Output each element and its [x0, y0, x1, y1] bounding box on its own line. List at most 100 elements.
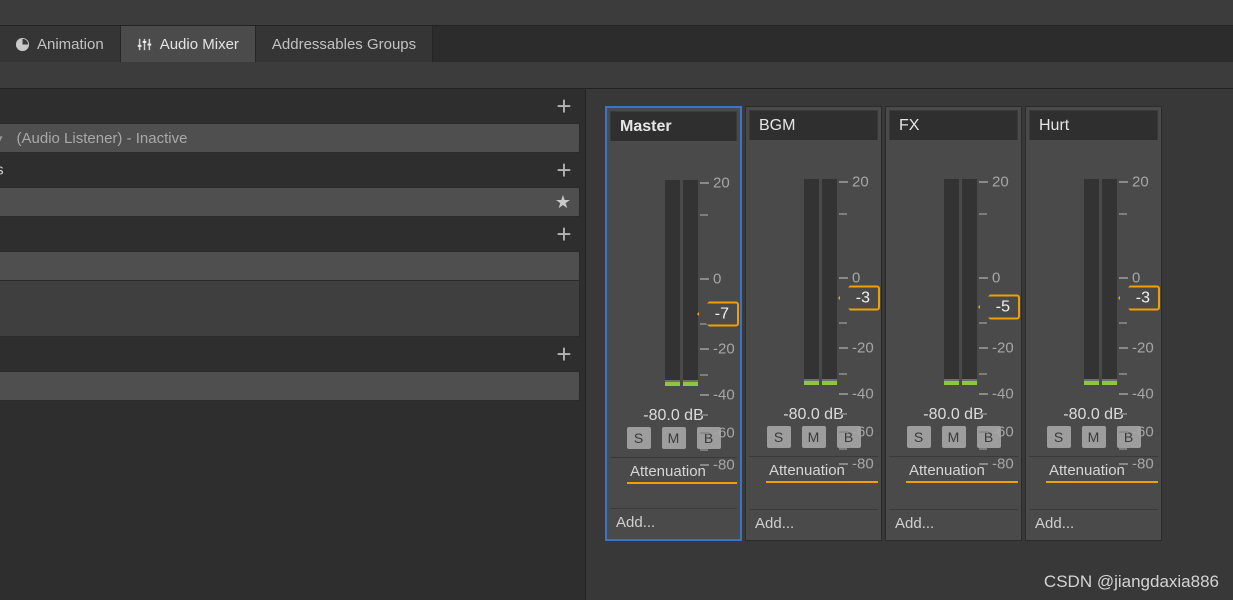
scale-label: 0: [713, 270, 722, 288]
scale-label: 0: [852, 269, 861, 287]
vu-meter-right: [1102, 179, 1117, 385]
mute-button[interactable]: M: [661, 427, 686, 449]
db-scale: 20 0 -20 -40 -60 -80 -7: [697, 174, 739, 474]
strip-title: Master: [610, 111, 737, 141]
vu-meter-left: [1084, 179, 1099, 385]
scale-label: 0: [1132, 269, 1141, 287]
scale-label: -20: [713, 340, 735, 358]
db-readout: -80.0 dB: [1063, 406, 1124, 423]
db-readout: -80.0 dB: [783, 406, 844, 423]
vu-meter-level: [1102, 381, 1117, 385]
tab-addressables-groups[interactable]: Addressables Groups: [255, 26, 434, 62]
meter-region: 20 0 -20 -40 -60 -80 -5: [889, 140, 1020, 473]
vu-meter-level: [944, 381, 959, 385]
effects-list: Attenuation: [749, 456, 878, 509]
tab-audio-mixer-label: Audio Mixer: [159, 35, 239, 53]
meter-region: 20 0 -20 -40 -60 -80 -3: [1029, 140, 1160, 473]
vu-meter-left: [665, 180, 680, 386]
list-item[interactable]: ▾ (Audio Listener) - Inactive: [0, 123, 580, 153]
effect-label: Attenuation: [769, 461, 845, 479]
add-mixer-icon[interactable]: +: [553, 93, 575, 119]
scale-label: 20: [852, 173, 869, 191]
scale-label: -40: [852, 385, 874, 403]
effect-attenuation[interactable]: Attenuation: [610, 458, 737, 484]
effects-list: Attenuation: [610, 457, 737, 508]
mixer-strip-hurt[interactable]: Hurt 20 0 -20 -40 -60 -80 -3 -80.0 dB S …: [1025, 106, 1162, 541]
tab-animation-label: Animation: [37, 35, 104, 53]
db-scale: 20 0 -20 -40 -60 -80 -3: [1118, 173, 1160, 473]
scale-label: -60: [992, 423, 1014, 441]
effect-level-bar: [906, 481, 1018, 483]
watermark: CSDN @jiangdaxia886: [1043, 572, 1219, 591]
add-effect-button[interactable]: Add...: [749, 509, 878, 537]
scale-label: -20: [852, 339, 874, 357]
db-readout: -80.0 dB: [643, 407, 704, 424]
effect-level-bar: [1046, 481, 1158, 483]
mixer-strip-bgm[interactable]: BGM 20 0 -20 -40 -60 -80 -3 -80.0 dB S M…: [745, 106, 882, 541]
effect-attenuation[interactable]: Attenuation: [1029, 457, 1158, 483]
add-view-icon[interactable]: +: [553, 341, 575, 367]
tab-audio-mixer[interactable]: Audio Mixer: [120, 26, 256, 62]
tab-animation[interactable]: Animation: [0, 26, 121, 62]
views-section-header: +: [0, 337, 585, 371]
solo-button[interactable]: S: [1046, 426, 1071, 448]
strip-title: Hurt: [1029, 110, 1158, 140]
add-effect-button[interactable]: Add...: [889, 509, 1018, 537]
list-item[interactable]: ★: [0, 187, 580, 217]
scale-label: 20: [713, 174, 730, 192]
add-snapshot-icon[interactable]: +: [553, 157, 575, 183]
vu-meter-level: [804, 381, 819, 385]
volume-fader-handle[interactable]: -3: [838, 285, 880, 311]
vu-meters: [665, 180, 699, 386]
mixer-left-panel: + ▾ (Audio Listener) - Inactive ts + ★ +: [0, 89, 586, 600]
effect-label: Attenuation: [909, 461, 985, 479]
strip-title: BGM: [749, 110, 878, 140]
scale-label: 0: [992, 269, 1001, 287]
vu-meters: [804, 179, 838, 385]
solo-button[interactable]: S: [906, 426, 931, 448]
scale-label: -20: [1132, 339, 1154, 357]
scale-label: -60: [713, 424, 735, 442]
snapshots-label: ts: [0, 162, 4, 179]
vu-meter-level: [665, 382, 680, 386]
mute-button[interactable]: M: [801, 426, 826, 448]
star-icon[interactable]: ★: [555, 193, 571, 211]
add-effect-button[interactable]: Add...: [610, 508, 737, 536]
editor-body: + ▾ (Audio Listener) - Inactive ts + ★ +: [0, 89, 1233, 600]
solo-button[interactable]: S: [766, 426, 791, 448]
mixer-toolbar: [0, 62, 1233, 89]
editor-tab-bar: Animation Audio Mixer Addressables Group…: [0, 26, 1233, 62]
mute-button[interactable]: M: [941, 426, 966, 448]
volume-fader-handle[interactable]: -5: [978, 294, 1020, 320]
volume-fader-handle[interactable]: -3: [1118, 285, 1160, 311]
effect-attenuation[interactable]: Attenuation: [889, 457, 1018, 483]
vu-meter-right: [683, 180, 698, 386]
effects-list: Attenuation: [1029, 456, 1158, 509]
scale-label: -60: [852, 423, 874, 441]
vu-meter-level: [962, 381, 977, 385]
strip-title: FX: [889, 110, 1018, 140]
meter-region: 20 0 -20 -40 -60 -80 -7: [610, 141, 739, 474]
scale-label: -60: [1132, 423, 1154, 441]
scale-label: -20: [992, 339, 1014, 357]
scale-label: 20: [992, 173, 1009, 191]
add-effect-button[interactable]: Add...: [1029, 509, 1158, 537]
list-item-label: (Audio Listener) - Inactive: [16, 129, 188, 147]
mute-button[interactable]: M: [1081, 426, 1106, 448]
vu-meter-level: [683, 382, 698, 386]
clock-icon: [14, 36, 30, 52]
mixer-strip-master[interactable]: Master 20 0 -20 -40 -60 -80 -7 -80.0 dB …: [605, 106, 742, 541]
list-item[interactable]: [0, 371, 580, 401]
meter-region: 20 0 -20 -40 -60 -80 -3: [749, 140, 880, 473]
solo-button[interactable]: S: [626, 427, 651, 449]
mixer-strip-fx[interactable]: FX 20 0 -20 -40 -60 -80 -5 -80.0 dB S M …: [885, 106, 1022, 541]
scale-label: -40: [1132, 385, 1154, 403]
effect-label: Attenuation: [630, 462, 706, 480]
list-item[interactable]: [0, 251, 580, 281]
tab-addressables-groups-label: Addressables Groups: [271, 35, 417, 53]
vu-meter-level: [822, 381, 837, 385]
add-group-icon[interactable]: +: [553, 221, 575, 247]
vu-meters: [944, 179, 978, 385]
db-scale: 20 0 -20 -40 -60 -80 -5: [978, 173, 1020, 473]
effect-attenuation[interactable]: Attenuation: [749, 457, 878, 483]
